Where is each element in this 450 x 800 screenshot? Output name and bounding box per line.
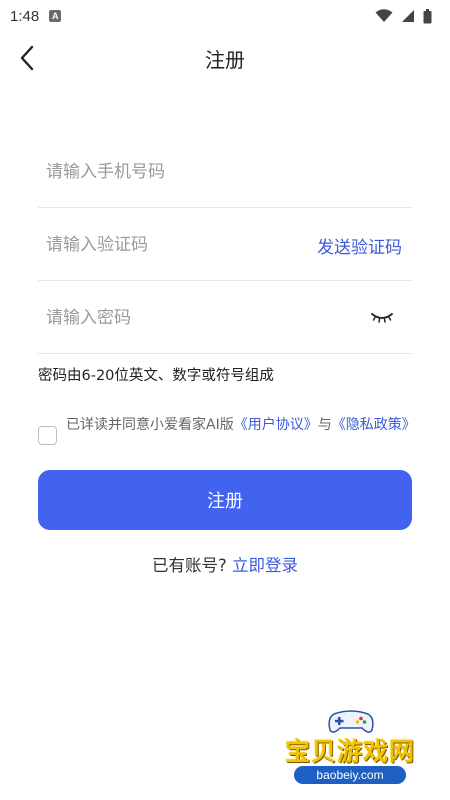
- agreement-prefix: 已详读并同意小爱看家AI版: [66, 417, 234, 433]
- notification-a-icon: A: [49, 10, 62, 22]
- agreement-connector: 与: [317, 417, 332, 433]
- agree-checkbox[interactable]: [38, 426, 57, 445]
- watermark-title: 宝贝游戏网: [284, 737, 415, 766]
- verification-code-input[interactable]: [38, 209, 298, 281]
- login-link[interactable]: 立即登录: [232, 556, 298, 575]
- site-watermark: 宝贝游戏网 baobeiy.com: [270, 706, 440, 796]
- page-title: 注册: [205, 48, 245, 72]
- wifi-icon: [375, 9, 393, 22]
- password-visibility-toggle[interactable]: [370, 308, 394, 328]
- cellular-icon: [402, 10, 414, 22]
- phone-field-row: [38, 136, 412, 208]
- battery-icon: [423, 8, 432, 23]
- app-header: 注册: [0, 32, 450, 84]
- password-hint: 密码由6-20位英文、数字或符号组成: [38, 368, 274, 384]
- login-prompt: 已有账号? 立即登录: [0, 552, 450, 576]
- verification-code-row: 发送验证码: [38, 209, 412, 281]
- status-bar: 1:48 A: [0, 0, 450, 32]
- user-agreement-link[interactable]: 《用户协议》: [234, 417, 318, 433]
- phone-input[interactable]: [38, 136, 298, 208]
- send-code-button[interactable]: 发送验证码: [317, 209, 402, 281]
- password-input[interactable]: [38, 282, 298, 354]
- agreement-text: 已详读并同意小爱看家AI版《用户协议》与《隐私政策》: [66, 414, 418, 437]
- login-question: 已有账号?: [151, 556, 227, 575]
- register-button[interactable]: 注册: [38, 470, 412, 530]
- status-time: 1:48: [10, 7, 40, 25]
- status-icons: [375, 8, 432, 24]
- watermark-url: baobeiy.com: [294, 766, 406, 784]
- privacy-policy-link[interactable]: 《隐私政策》: [332, 417, 416, 433]
- password-row: [38, 282, 412, 354]
- eye-closed-icon: [371, 313, 393, 323]
